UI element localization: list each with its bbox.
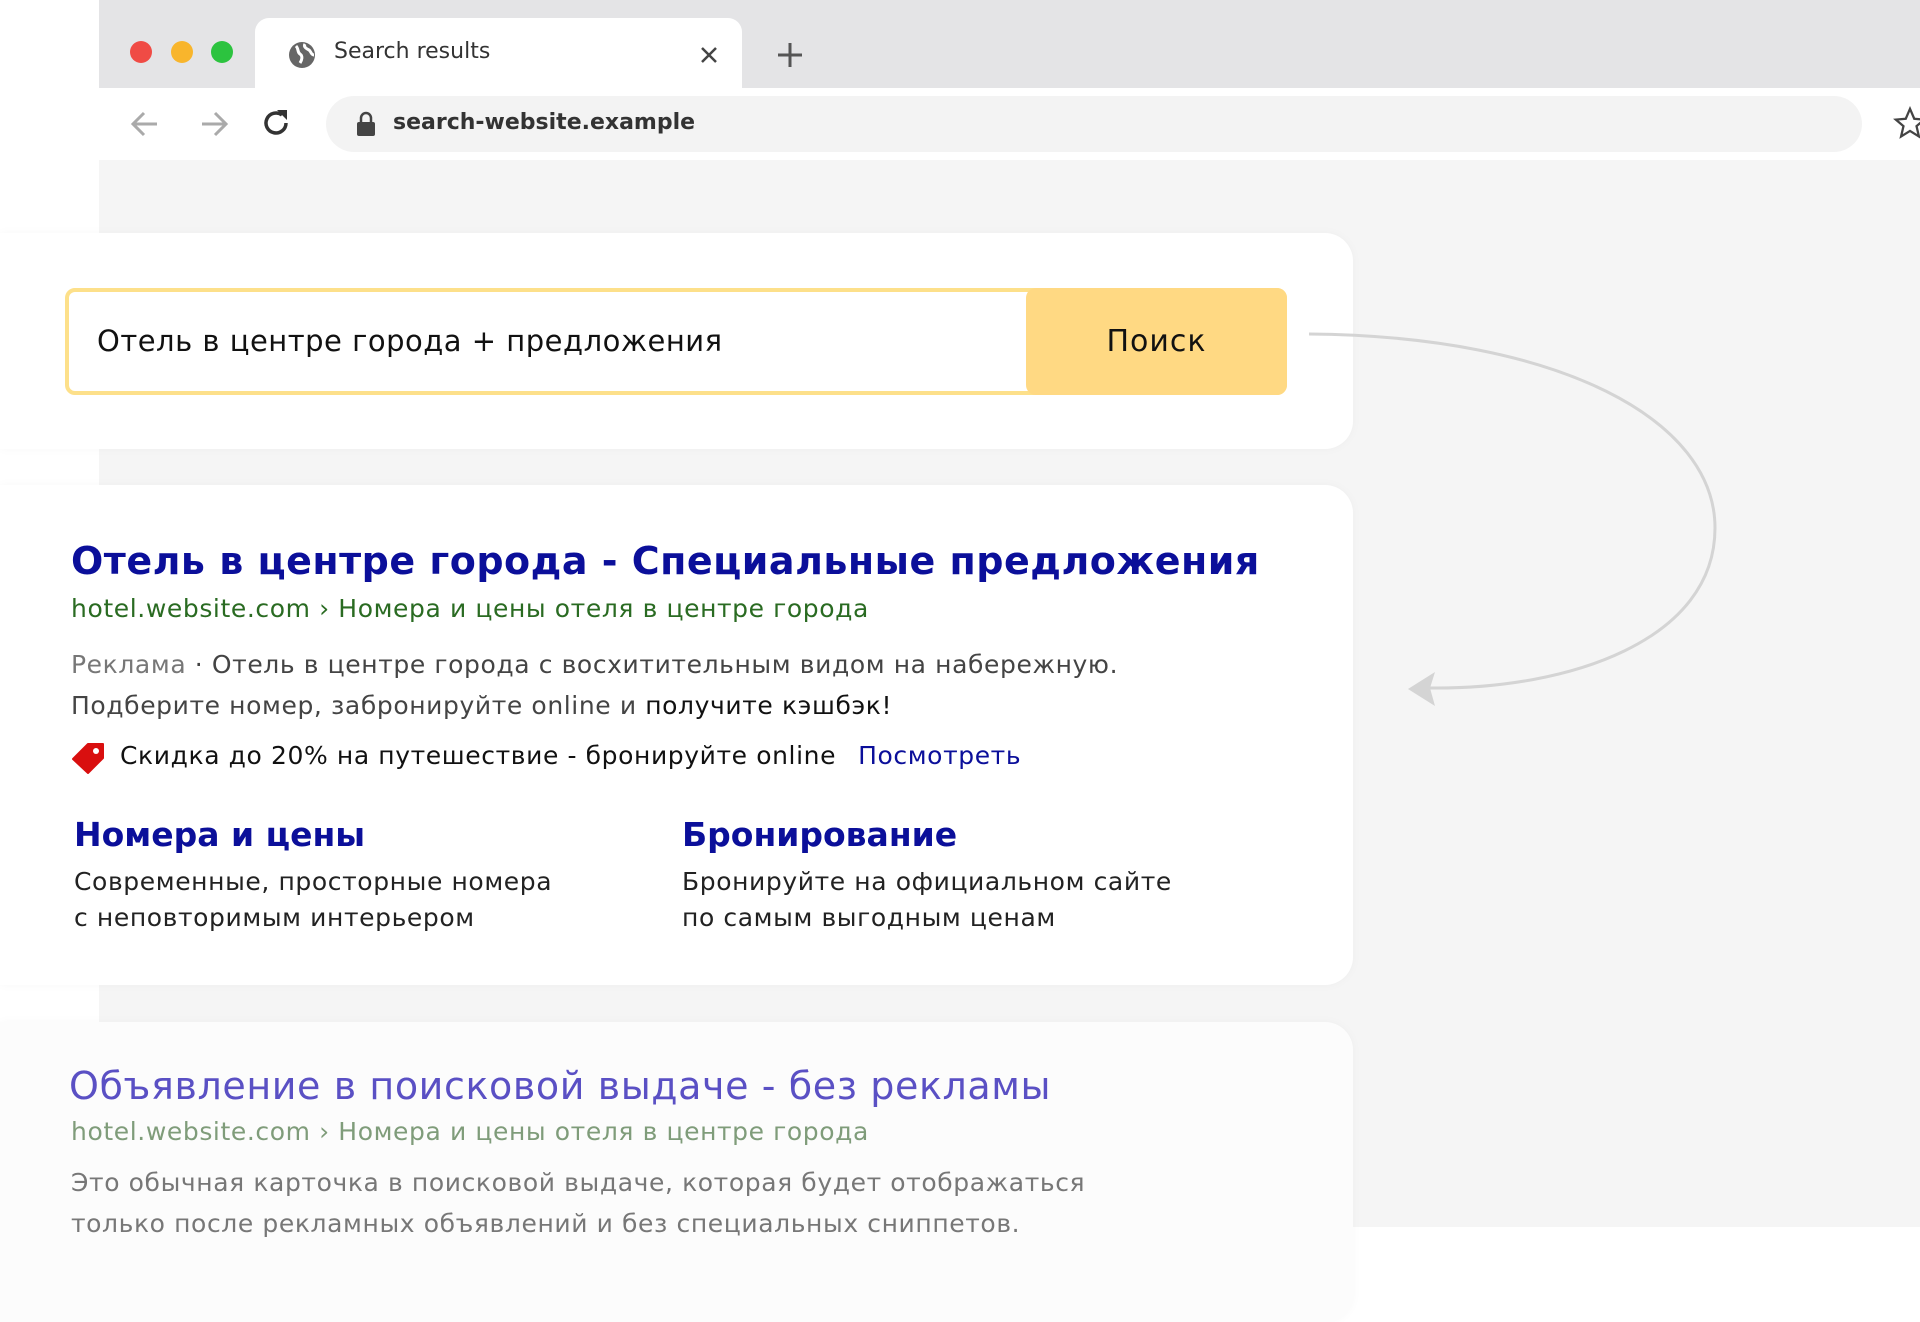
ad-title-link[interactable]: Отель в центре города - Специальные пред… [71, 539, 1260, 583]
organic-title-link[interactable]: Объявление в поисковой выдаче - без рекл… [69, 1064, 1051, 1108]
promo-view-link[interactable]: Посмотреть [858, 741, 1021, 770]
sitelink-desc: с неповторимым интерьером [74, 903, 475, 932]
ad-breadcrumb[interactable]: hotel.website.com › Номера и цены отеля … [71, 594, 869, 623]
promo-text: Скидка до 20% на путешествие - бронируйт… [120, 741, 837, 770]
ad-description-line2: Подберите номер, забронируйте online и [71, 691, 646, 720]
minimize-window-button[interactable] [171, 41, 193, 63]
search-input[interactable]: Отель в центре города + предложения Поис… [65, 288, 1287, 395]
search-card: Отель в центре города + предложения Поис… [0, 233, 1353, 449]
close-window-button[interactable] [130, 41, 152, 63]
browser-toolbar: search-website.example [99, 88, 1920, 160]
search-query-text: Отель в центре города + предложения [97, 324, 723, 358]
forward-icon[interactable] [199, 110, 229, 138]
organic-breadcrumb[interactable]: hotel.website.com › Номера и цены отеля … [71, 1117, 869, 1146]
back-icon[interactable] [130, 110, 160, 138]
ad-description-highlight: получите кэшбэк! [645, 691, 893, 720]
globe-icon [289, 42, 315, 68]
organic-result-card: Объявление в поисковой выдаче - без рекл… [0, 1022, 1353, 1322]
search-button[interactable]: Поиск [1026, 288, 1287, 395]
tag-icon [72, 743, 104, 774]
sitelink-desc: Бронируйте на официальном сайте [682, 867, 1172, 896]
url-text: search-website.example [393, 110, 696, 135]
sitelink-desc: Современные, просторные номера [74, 867, 553, 896]
organic-description-line2: только после рекламных объявлений и без … [71, 1209, 1021, 1238]
star-icon[interactable] [1893, 106, 1920, 140]
close-icon[interactable] [699, 45, 719, 65]
sitelink-title[interactable]: Номера и цены [74, 815, 552, 854]
ad-result-card: Отель в центре города - Специальные пред… [0, 485, 1353, 985]
sitelink-booking[interactable]: Бронирование Бронируйте на официальном с… [682, 815, 1172, 936]
sitelink-desc: по самым выгодным ценам [682, 903, 1056, 932]
tab-title: Search results [334, 39, 491, 64]
plus-icon[interactable] [776, 41, 804, 69]
sitelink-rooms[interactable]: Номера и цены Современные, просторные но… [74, 815, 552, 936]
sitelink-title[interactable]: Бронирование [682, 815, 1172, 854]
address-bar[interactable]: search-website.example [326, 96, 1862, 152]
ad-label: Реклама [71, 650, 187, 679]
maximize-window-button[interactable] [211, 41, 233, 63]
tab-search-results[interactable]: Search results [255, 18, 742, 90]
reload-icon[interactable] [260, 107, 292, 139]
organic-description-line1: Это обычная карточка в поисковой выдаче,… [71, 1168, 1086, 1197]
lock-icon [357, 111, 375, 136]
ad-description-line1: · Отель в центре города с восхитительным… [186, 650, 1119, 679]
